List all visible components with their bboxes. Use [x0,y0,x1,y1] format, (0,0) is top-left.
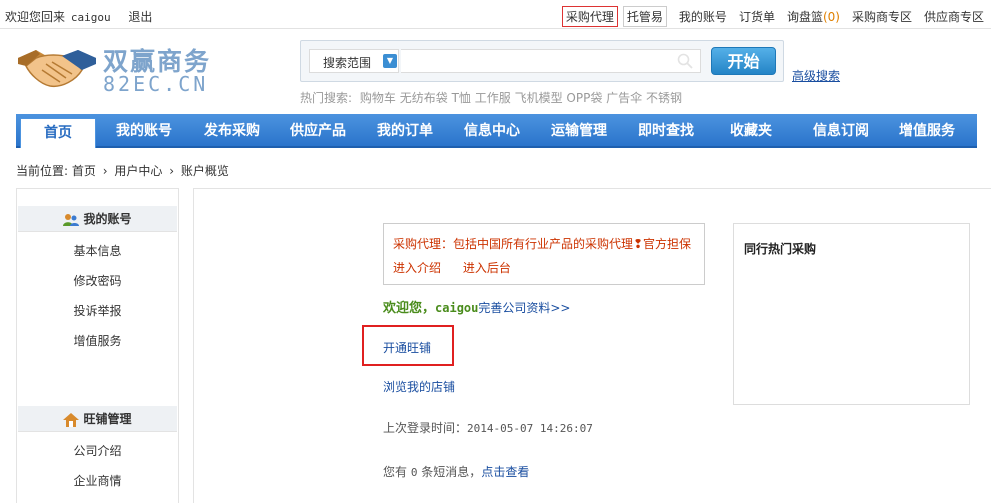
search-icon [677,53,693,69]
notice-text: 采购代理：包括中国所有行业产品的采购代理❢官方担保 [393,237,692,251]
view-messages-link[interactable]: 点击查看 [481,465,529,479]
sidebar-item-basic-info[interactable]: 基本信息 [17,242,178,259]
welcome-text: 欢迎您回来 [5,10,66,24]
welcome-username: caigou [435,301,479,315]
sidebar-item-company-news[interactable]: 企业商情 [17,472,178,489]
notice-backend-link[interactable]: 进入后台 [463,261,511,275]
last-login-time: 2014-05-07 14:26:07 [467,422,593,435]
search-button[interactable]: 开始 [711,47,776,75]
open-shop-box: 开通旺铺 [362,325,454,366]
my-account-link[interactable]: 我的账号 [679,10,727,24]
messages-prefix: 您有 [383,465,408,479]
nav-my-account[interactable]: 我的账号 [116,114,172,148]
sidebar-item-complaint[interactable]: 投诉举报 [17,302,178,319]
purchase-agent-link[interactable]: 采购代理 [561,6,618,27]
breadcrumb: 当前位置: 首页 › 用户中心 › 账户概览 [16,162,229,179]
hot-search-label: 热门搜索: [300,91,353,105]
logo-name-en: 82EC.CN [103,72,209,96]
hot-search: 热门搜索: 购物车 无纺布袋 T恤 工作服 飞机模型 OPP袋 广告伞 不锈钢 [300,89,682,106]
order-list-link[interactable]: 订货单 [739,10,775,24]
nav-home[interactable]: 首页 [20,118,96,148]
sidebar-account-title: 我的账号 [83,212,132,226]
breadcrumb-label: 当前位置: [16,164,69,178]
search-scope-select[interactable]: 搜索范围 ▼ [309,49,399,73]
logout-link[interactable]: 退出 [128,10,152,24]
chevron-down-icon: ▼ [383,54,397,68]
open-shop-link[interactable]: 开通旺铺 [383,341,431,355]
hot-term[interactable]: 飞机模型 [515,91,563,105]
username: caigou [70,11,111,24]
nav-my-orders[interactable]: 我的订单 [377,114,433,148]
breadcrumb-user-center[interactable]: 用户中心 [114,164,162,178]
welcome-message: 欢迎您，caigou完善公司资料>> [383,297,571,316]
home-icon [63,412,80,427]
last-login-label: 上次登录时间： [383,421,468,435]
top-bar: 欢迎您回来 caigou 退出 采购代理 托管易 我的账号 订货单 询盘篮(0)… [0,0,991,29]
complete-profile-link[interactable]: 完善公司资料>> [478,301,570,315]
users-icon [63,213,80,226]
buyer-zone-link[interactable]: 采购商专区 [852,10,912,24]
breadcrumb-current: 账户概览 [180,164,229,178]
top-nav: 采购代理 托管易 我的账号 订货单 询盘篮(0) 采购商专区 供应商专区 [561,6,984,27]
hot-term[interactable]: 购物车 [360,91,396,105]
hot-term[interactable]: 广告伞 [606,91,642,105]
sidebar-item-value-added[interactable]: 增值服务 [17,332,178,349]
search-input[interactable] [401,49,701,73]
supplier-zone-link[interactable]: 供应商专区 [924,10,984,24]
nav-info-center[interactable]: 信息中心 [464,114,520,148]
main-nav: 首页 我的账号 发布采购 供应产品 我的订单 信息中心 运输管理 即时查找 收藏… [16,114,977,148]
hot-term[interactable]: 无纺布袋 [400,91,448,105]
notice-intro-link[interactable]: 进入介绍 [393,261,441,275]
nav-post-purchase[interactable]: 发布采购 [204,114,260,148]
hot-term[interactable]: 工作服 [475,91,511,105]
sidebar-item-change-password[interactable]: 修改密码 [17,272,178,289]
messages-suffix: 条短消息， [421,465,482,479]
sidebar-shop-title: 旺铺管理 [83,412,132,426]
search-box: 搜索范围 ▼ 开始 [300,40,784,82]
inquiry-count: (0) [822,10,840,24]
sidebar-item-company-intro[interactable]: 公司介绍 [17,442,178,459]
nav-value-added[interactable]: 增值服务 [899,114,955,148]
breadcrumb-home[interactable]: 首页 [72,164,96,178]
notice-links: 进入介绍 进入后台 [393,259,529,276]
breadcrumb-separator: › [102,164,108,178]
site-logo[interactable]: 双赢商务 82EC.CN [16,38,209,98]
purchase-agent-notice: 采购代理：包括中国所有行业产品的采购代理❢官方担保 进入介绍 进入后台 [383,223,705,285]
messages-summary: 您有 0 条短消息，点击查看 [383,463,529,480]
last-login: 上次登录时间：2014-05-07 14:26:07 [383,419,593,436]
nav-instant-search[interactable]: 即时查找 [638,114,694,148]
breadcrumb-separator: › [169,164,175,178]
hot-purchase-title: 同行热门采购 [744,242,817,256]
nav-supply-products[interactable]: 供应产品 [290,114,346,148]
sidebar-section-shop: 旺铺管理 [18,406,177,432]
inquiry-basket-label: 询盘篮 [786,10,823,24]
handshake-icon [18,50,96,88]
welcome-bar: 欢迎您回来 caigou 退出 [5,8,152,25]
browse-shop-link[interactable]: 浏览我的店铺 [383,378,455,395]
hot-term[interactable]: OPP袋 [566,91,602,105]
sidebar-section-account: 我的账号 [18,206,177,232]
search-scope-label: 搜索范围 [323,56,372,70]
inquiry-basket-link[interactable]: 询盘篮(0) [787,10,840,24]
nav-subscription[interactable]: 信息订阅 [813,114,869,148]
hot-term[interactable]: 不锈钢 [646,91,682,105]
messages-count: 0 [410,466,418,479]
advanced-search-link[interactable]: 高级搜索 [792,67,840,84]
sidebar: 我的账号 基本信息 修改密码 投诉举报 增值服务 旺铺管理 公司介绍 企业商情 [16,188,179,503]
hot-term[interactable]: T恤 [452,91,471,105]
nav-transport[interactable]: 运输管理 [551,114,607,148]
hot-purchase-panel: 同行热门采购 [733,223,970,405]
nav-favorites[interactable]: 收藏夹 [730,114,772,148]
tuoguanyi-link[interactable]: 托管易 [622,6,667,27]
welcome-prefix: 欢迎您， [383,301,436,316]
